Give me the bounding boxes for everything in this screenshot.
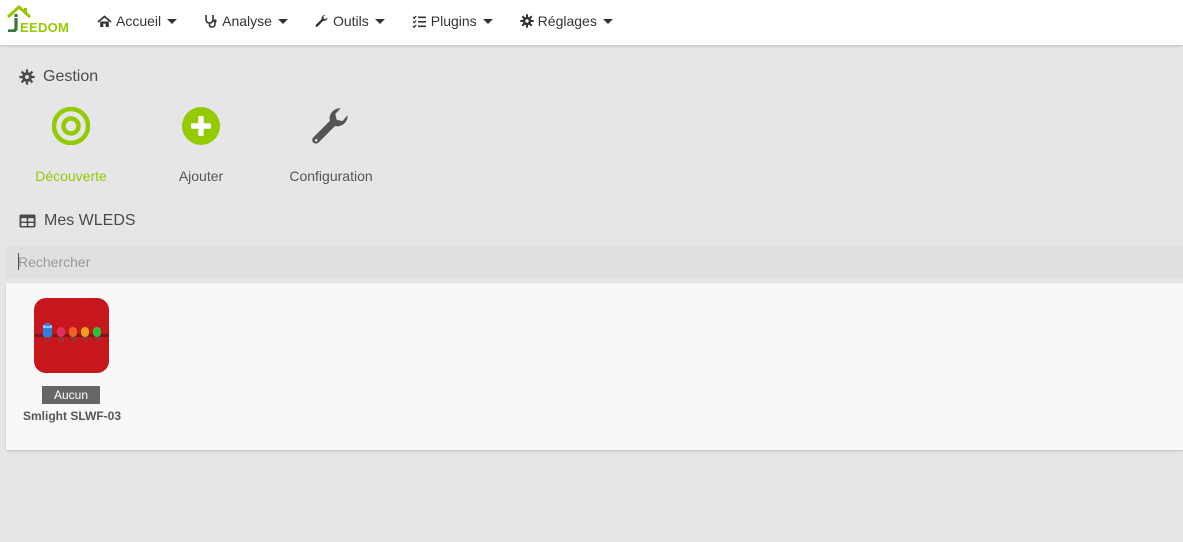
equipment-list: Aucun Smlight SLWF-03 <box>6 283 1183 450</box>
menu-analyse[interactable]: Analyse <box>204 0 288 42</box>
plus-circle-icon <box>182 107 220 145</box>
main-menu: Accueil Analyse Outils Plugins Réglages <box>97 0 640 45</box>
wrench-icon <box>312 108 348 144</box>
equipments-title: Mes WLEDS <box>19 212 136 230</box>
list-icon <box>412 15 426 28</box>
gear-icon <box>19 69 35 85</box>
discovery-label: Découverte <box>35 168 107 184</box>
discovery-button[interactable]: Découverte <box>6 104 136 186</box>
menu-reglages[interactable]: Réglages <box>519 0 613 42</box>
chevron-down-icon <box>374 18 385 24</box>
gear-icon <box>519 14 534 28</box>
equipment-card[interactable]: Aucun Smlight SLWF-03 <box>20 297 124 427</box>
chevron-down-icon <box>602 18 613 24</box>
equipments-title-text: Mes WLEDS <box>44 212 136 229</box>
chevron-down-icon <box>167 18 178 24</box>
table-icon <box>19 214 36 228</box>
menu-reglages-label: Réglages <box>537 13 597 29</box>
add-label: Ajouter <box>178 168 224 184</box>
menu-accueil-label: Accueil <box>116 13 162 29</box>
object-badge: Aucun <box>42 386 100 404</box>
menu-plugins[interactable]: Plugins <box>412 0 493 42</box>
text-cursor <box>18 253 19 270</box>
jeedom-logo[interactable]: EEDOM <box>6 4 78 36</box>
add-button[interactable]: Ajouter <box>136 104 266 186</box>
gestion-title: Gestion <box>19 68 98 86</box>
wled-led-strip-icon <box>34 298 109 373</box>
search-input[interactable] <box>6 246 1183 278</box>
equipment-name: Smlight SLWF-03 <box>22 409 121 423</box>
chevron-down-icon <box>482 18 493 24</box>
menu-plugins-label: Plugins <box>430 13 477 29</box>
menu-accueil[interactable]: Accueil <box>97 0 178 42</box>
menu-outils[interactable]: Outils <box>315 0 385 42</box>
gestion-title-text: Gestion <box>43 68 99 85</box>
configuration-label: Configuration <box>289 168 373 184</box>
wrench-icon <box>315 14 328 27</box>
brand-text: EEDOM <box>20 20 70 35</box>
configuration-button[interactable]: Configuration <box>266 104 396 186</box>
menu-analyse-label: Analyse <box>222 13 272 29</box>
stethoscope-icon <box>205 15 217 28</box>
target-icon <box>52 107 90 145</box>
led-strip-graphic <box>34 323 109 342</box>
menu-outils-label: Outils <box>332 13 369 29</box>
home-icon <box>97 14 112 27</box>
chevron-down-icon <box>277 18 288 24</box>
top-navbar: EEDOM Accueil Analyse Outils Plugins Rég… <box>0 0 1183 45</box>
